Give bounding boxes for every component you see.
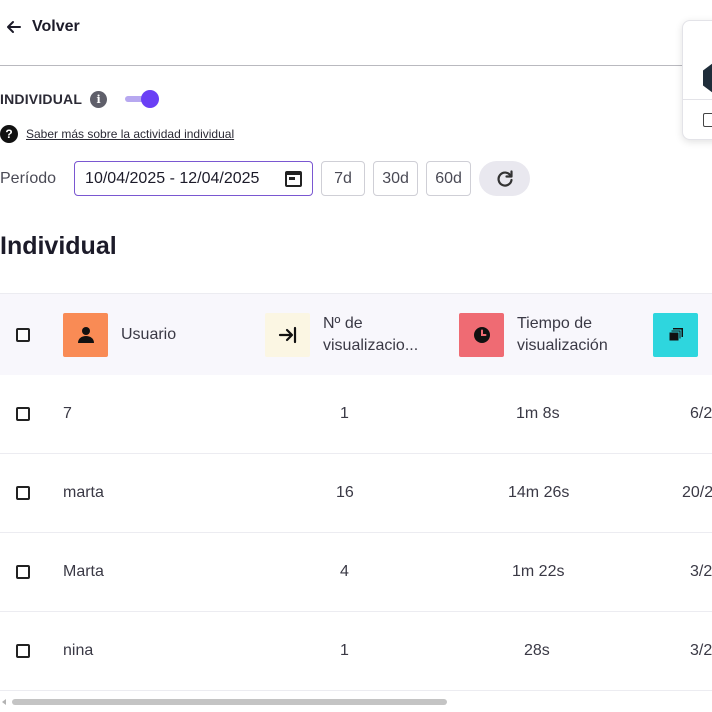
arrow-left-icon <box>7 21 21 33</box>
user-name: 7 <box>63 405 72 422</box>
row-select-cell <box>16 612 30 690</box>
user-cell: 7 <box>63 375 72 453</box>
calendar-icon <box>285 170 303 187</box>
layers-icon <box>653 312 698 357</box>
period-row: Período 10/04/2025 - 12/04/2025 7d 30d 6… <box>0 161 531 196</box>
help-row: ? Saber más sobre la actividad individua… <box>0 125 234 143</box>
pages-ratio: 20/2 <box>682 484 712 501</box>
column-header-time-line2: visualización <box>517 336 608 354</box>
user-name: marta <box>63 484 104 501</box>
individual-label: INDIVIDUAL <box>0 91 83 107</box>
hexagon-logo-icon <box>703 63 712 93</box>
panel-divider <box>683 99 712 100</box>
header-divider <box>0 65 690 66</box>
column-header-views-line2: visualizacio... <box>323 336 419 354</box>
back-button[interactable]: Volver <box>6 18 80 36</box>
table-header: Usuario Nº de visualizacio... Tiempo de … <box>0 293 712 375</box>
views-count: 16 <box>336 484 354 501</box>
section-title: Individual <box>0 232 117 260</box>
table-row[interactable]: Marta 4 1m 22s 3/2 <box>0 533 712 612</box>
scroll-left-icon[interactable] <box>2 699 6 705</box>
period-label: Período <box>0 169 57 187</box>
refresh-icon <box>497 169 513 187</box>
floating-panel[interactable] <box>682 20 712 140</box>
column-header-user-label: Usuario <box>121 325 177 343</box>
table-row[interactable]: marta 16 14m 26s 20/2 <box>0 454 712 533</box>
activity-table: Usuario Nº de visualizacio... Tiempo de … <box>0 293 712 691</box>
view-time: 1m 22s <box>512 563 565 580</box>
view-time: 1m 8s <box>516 405 560 422</box>
info-icon[interactable]: i <box>90 90 108 108</box>
refresh-button[interactable] <box>479 161 531 196</box>
column-header-time-label: Tiempo de visualización <box>517 313 608 357</box>
select-all-checkbox[interactable] <box>16 327 30 342</box>
individual-toggle[interactable] <box>123 89 163 109</box>
date-range-picker[interactable]: 10/04/2025 - 12/04/2025 <box>74 161 314 196</box>
column-header-user[interactable]: Usuario <box>63 294 176 375</box>
column-header-time[interactable]: Tiempo de visualización <box>459 294 608 375</box>
views-count: 1 <box>340 642 349 659</box>
row-checkbox[interactable] <box>16 407 30 421</box>
row-checkbox[interactable] <box>16 565 30 579</box>
pages-ratio: 3/2 <box>690 642 712 659</box>
individual-row: INDIVIDUAL i <box>0 89 163 109</box>
view-time: 14m 26s <box>508 484 570 501</box>
column-header-views[interactable]: Nº de visualizacio... <box>265 294 418 375</box>
date-range-value: 10/04/2025 - 12/04/2025 <box>85 169 260 187</box>
user-cell: Marta <box>63 533 104 611</box>
toggle-thumb <box>141 90 160 108</box>
column-header-views-label: Nº de visualizacio... <box>323 313 418 357</box>
user-name: Marta <box>63 563 104 580</box>
view-time: 28s <box>524 642 550 659</box>
period-7d-button[interactable]: 7d <box>321 161 366 196</box>
help-link[interactable]: Saber más sobre la actividad individual <box>26 127 234 141</box>
user-icon <box>63 312 108 357</box>
row-select-cell <box>16 533 30 611</box>
question-icon: ? <box>0 125 18 143</box>
column-header-pages[interactable] <box>653 294 711 375</box>
views-count: 1 <box>340 405 349 422</box>
period-30d-button[interactable]: 30d <box>373 161 419 196</box>
row-select-cell <box>16 454 30 532</box>
pages-ratio: 3/2 <box>690 563 712 580</box>
views-count: 4 <box>340 563 349 580</box>
pages-ratio: 6/2 <box>690 405 712 422</box>
table-row[interactable]: 7 1 1m 8s 6/2 <box>0 375 712 454</box>
row-checkbox[interactable] <box>16 486 30 500</box>
period-60d-button[interactable]: 60d <box>426 161 472 196</box>
user-name: nina <box>63 642 94 659</box>
scrollbar-thumb[interactable] <box>12 699 447 705</box>
table-row[interactable]: nina 1 28s 3/2 <box>0 612 712 691</box>
panel-checkbox[interactable] <box>703 113 712 127</box>
user-cell: marta <box>63 454 104 532</box>
row-select-cell <box>16 375 30 453</box>
column-header-time-line1: Tiempo de <box>517 314 592 332</box>
user-cell: nina <box>63 612 93 690</box>
login-icon <box>265 312 310 357</box>
header-select-cell <box>16 294 30 375</box>
column-header-views-line1: Nº de <box>323 314 363 332</box>
back-label: Volver <box>32 18 80 35</box>
clock-icon <box>459 312 504 357</box>
row-checkbox[interactable] <box>16 644 30 658</box>
horizontal-scrollbar[interactable] <box>0 696 712 708</box>
